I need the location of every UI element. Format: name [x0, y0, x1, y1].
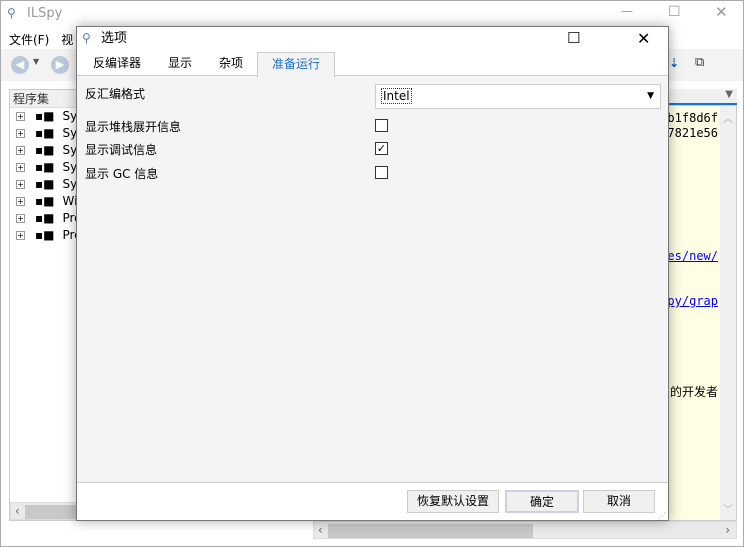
app-icon: ⚲	[7, 6, 16, 20]
option-label: 显示 GC 信息	[85, 167, 159, 181]
expand-icon[interactable]: +	[16, 231, 25, 240]
back-dropdown-icon[interactable]: ▼	[33, 57, 39, 66]
resize-grip-icon[interactable]: ⋰	[658, 511, 666, 520]
code-line: 的开发者	[669, 385, 718, 399]
menu-file[interactable]: 文件(F)	[9, 33, 49, 47]
scroll-left-icon[interactable]: ‹	[15, 504, 20, 518]
menu-view[interactable]: 视	[61, 33, 73, 47]
code-link[interactable]: es/new/	[667, 249, 718, 263]
windows-icon[interactable]: ⧉	[695, 55, 704, 70]
scroll-right-icon[interactable]: ›	[725, 523, 730, 537]
assembly-icon: ▪■	[35, 211, 55, 225]
expand-icon[interactable]: +	[16, 180, 25, 189]
assembly-icon: ▪■	[35, 126, 55, 140]
unwind-info-checkbox[interactable]	[375, 119, 388, 132]
code-vscrollbar[interactable]: ︿ ﹀	[720, 106, 736, 520]
sort-icon[interactable]: ⇣	[669, 56, 679, 70]
scroll-thumb[interactable]	[328, 524, 533, 538]
assembly-icon: ▪■	[35, 228, 55, 242]
disasm-format-label: 反汇编格式	[85, 87, 146, 101]
tab-dropdown-icon[interactable]: ▼	[725, 89, 733, 100]
assembly-icon: ▪■	[35, 160, 55, 174]
expand-icon[interactable]: +	[16, 197, 25, 206]
scroll-left-icon[interactable]: ‹	[318, 523, 323, 537]
tab-readytorun[interactable]: 准备运行	[257, 52, 335, 77]
options-dialog: ⚲ 选项 ☐ ✕ 反编译器 显示 杂项 准备运行 反汇编格式 Intel ▼ 显…	[76, 26, 669, 521]
assembly-icon: ▪■	[35, 109, 55, 123]
tab-display[interactable]: 显示	[155, 52, 205, 75]
assembly-icon: ▪■	[35, 177, 55, 191]
expand-icon[interactable]: +	[16, 129, 25, 138]
cancel-button[interactable]: 取消	[583, 490, 655, 513]
code-hscrollbar[interactable]: ‹ ›	[313, 521, 737, 539]
back-icon[interactable]: ◀	[11, 56, 29, 74]
disasm-format-select[interactable]: Intel ▼	[375, 84, 661, 109]
chevron-down-icon: ▼	[647, 91, 654, 101]
expand-icon[interactable]: +	[16, 146, 25, 155]
disasm-format-value: Intel	[381, 88, 412, 104]
window-title: ILSpy	[27, 6, 63, 21]
tab-decompiler[interactable]: 反编译器	[81, 52, 153, 75]
scroll-up-icon[interactable]: ︿	[720, 110, 736, 125]
close-button[interactable]: ✕	[715, 3, 728, 21]
option-label: 显示调试信息	[85, 143, 158, 157]
assembly-icon: ▪■	[35, 194, 55, 208]
tab-misc[interactable]: 杂项	[207, 52, 255, 75]
gc-info-checkbox[interactable]	[375, 166, 388, 179]
code-line: 7821e56	[667, 126, 718, 140]
minimize-button[interactable]: —	[621, 4, 633, 18]
expand-icon[interactable]: +	[16, 163, 25, 172]
scroll-down-icon[interactable]: ﹀	[720, 501, 736, 516]
expand-icon[interactable]: +	[16, 112, 25, 121]
dialog-icon: ⚲	[82, 31, 91, 45]
close-button[interactable]: ✕	[637, 29, 650, 48]
debug-info-checkbox[interactable]: ✓	[375, 142, 388, 155]
forward-icon[interactable]: ▶	[51, 56, 69, 74]
assembly-icon: ▪■	[35, 143, 55, 157]
ok-button[interactable]: 确定	[505, 490, 579, 513]
maximize-button[interactable]: ☐	[668, 4, 681, 20]
readytorun-panel: 反汇编格式 Intel ▼ 显示堆栈展开信息 显示调试信息 ✓ 显示 GC 信息	[77, 75, 668, 483]
expand-icon[interactable]: +	[16, 214, 25, 223]
menu-bar: 文件(F) 视	[9, 31, 85, 48]
reset-defaults-button[interactable]: 恢复默认设置	[407, 490, 499, 513]
maximize-button[interactable]: ☐	[567, 29, 580, 47]
option-label: 显示堆栈展开信息	[85, 120, 182, 134]
